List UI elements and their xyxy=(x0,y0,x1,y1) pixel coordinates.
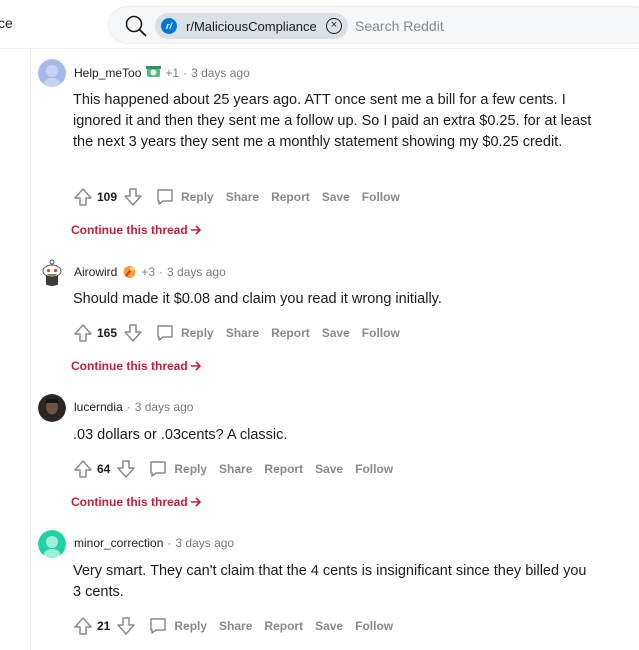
comment-actions: 64 Reply Share Report Save Follow xyxy=(71,457,393,481)
reply-label: Reply xyxy=(174,619,208,633)
comment-time[interactable]: 3 days ago xyxy=(135,400,194,414)
close-icon[interactable]: × xyxy=(326,18,342,34)
comment-time[interactable]: 3 days ago xyxy=(167,265,226,279)
comment-time[interactable]: 3 days ago xyxy=(175,536,234,550)
arrow-right-icon xyxy=(190,497,201,507)
share-button[interactable]: Share xyxy=(219,462,252,476)
vote-score: 165 xyxy=(97,326,118,340)
continue-thread-link[interactable]: Continue this thread xyxy=(71,223,202,237)
award-icon xyxy=(123,266,136,278)
share-button[interactable]: Share xyxy=(219,619,252,633)
reply-label: Reply xyxy=(181,190,214,204)
report-button[interactable]: Report xyxy=(264,462,303,476)
subreddit-badge-icon: r/ xyxy=(161,18,177,34)
vote-score: 64 xyxy=(97,462,111,476)
upvote-icon xyxy=(74,188,92,206)
top-header: ce r/ r/MaliciousCompliance × Search Red… xyxy=(0,0,639,49)
follow-button[interactable]: Follow xyxy=(362,326,400,340)
thread-line[interactable] xyxy=(30,49,31,650)
chat-bubble-icon xyxy=(150,618,167,634)
reply-button[interactable]: Reply xyxy=(155,323,214,343)
continue-thread-label: Continue this thread xyxy=(71,223,188,237)
vote-score: 109 xyxy=(97,190,118,204)
award-icon xyxy=(146,66,162,77)
save-button[interactable]: Save xyxy=(315,619,343,633)
reply-label: Reply xyxy=(174,462,208,476)
meta-separator: · xyxy=(126,400,131,414)
reply-label: Reply xyxy=(181,326,214,340)
upvote-button[interactable] xyxy=(71,321,95,345)
share-button[interactable]: Share xyxy=(226,326,259,340)
chat-bubble-icon xyxy=(157,325,173,341)
downvote-icon xyxy=(124,324,142,342)
comment-author[interactable]: Help_meToo xyxy=(74,66,141,80)
downvote-icon xyxy=(117,617,136,635)
avatar[interactable] xyxy=(38,394,66,422)
upvote-icon xyxy=(74,324,92,342)
report-button[interactable]: Report xyxy=(264,619,303,633)
report-button[interactable]: Report xyxy=(271,326,310,340)
reply-button[interactable]: Reply xyxy=(155,187,214,207)
comment-actions: 21 Reply Share Report Save Follow xyxy=(71,614,393,638)
continue-thread-label: Continue this thread xyxy=(71,495,188,509)
save-button[interactable]: Save xyxy=(315,462,343,476)
search-input[interactable]: Search Reddit xyxy=(355,18,444,34)
downvote-icon xyxy=(124,188,142,206)
search-icon xyxy=(125,15,147,37)
subreddit-search-chip[interactable]: r/ r/MaliciousCompliance × xyxy=(155,13,348,39)
meta-separator: · xyxy=(183,65,188,80)
comment-actions: 165 Reply Share Report Save Follow xyxy=(71,321,400,345)
comment-body: Should made it $0.08 and claim you read … xyxy=(73,291,442,307)
avatar-icon xyxy=(38,530,66,558)
avatar[interactable] xyxy=(38,530,66,558)
downvote-button[interactable] xyxy=(114,457,138,481)
chat-bubble-icon xyxy=(150,461,167,477)
comment-time[interactable]: 3 days ago xyxy=(191,66,250,80)
upvote-button[interactable] xyxy=(71,457,95,481)
chat-bubble-icon xyxy=(157,189,173,205)
share-button[interactable]: Share xyxy=(226,190,259,204)
downvote-button[interactable] xyxy=(121,321,145,345)
comment-body: .03 dollars or .03cents? A classic. xyxy=(73,427,288,443)
avatar[interactable] xyxy=(38,258,66,286)
downvote-icon xyxy=(117,460,136,478)
save-button[interactable]: Save xyxy=(322,190,350,204)
search-bar[interactable]: r/ r/MaliciousCompliance × Search Reddit xyxy=(108,6,639,44)
comment-author[interactable]: Airowird xyxy=(74,265,117,279)
header-partial-text: ce xyxy=(0,15,13,31)
award-count: +1 xyxy=(165,65,180,80)
save-button[interactable]: Save xyxy=(322,326,350,340)
report-button[interactable]: Report xyxy=(271,190,310,204)
upvote-button[interactable] xyxy=(71,614,95,638)
follow-button[interactable]: Follow xyxy=(355,619,393,633)
meta-separator: · xyxy=(167,536,172,550)
snoo-avatar-icon xyxy=(42,259,62,286)
follow-button[interactable]: Follow xyxy=(355,462,393,476)
comment-body: This happened about 25 years ago. ATT on… xyxy=(73,92,592,150)
award-count: +3 xyxy=(141,264,156,279)
avatar[interactable] xyxy=(38,59,66,87)
reply-button[interactable]: Reply xyxy=(148,459,207,479)
continue-thread-link[interactable]: Continue this thread xyxy=(71,495,202,509)
upvote-icon xyxy=(74,617,92,635)
comment-author[interactable]: lucerndia xyxy=(74,400,123,414)
arrow-right-icon xyxy=(190,225,201,235)
continue-thread-link[interactable]: Continue this thread xyxy=(71,359,202,373)
continue-thread-label: Continue this thread xyxy=(71,359,188,373)
vote-score: 21 xyxy=(97,619,111,633)
follow-button[interactable]: Follow xyxy=(362,190,400,204)
downvote-button[interactable] xyxy=(121,185,145,209)
comment-author[interactable]: minor_correction xyxy=(74,536,163,550)
upvote-icon xyxy=(74,460,92,478)
user-photo-icon xyxy=(38,394,66,422)
subreddit-chip-label: r/MaliciousCompliance xyxy=(186,18,317,34)
downvote-button[interactable] xyxy=(114,614,138,638)
arrow-right-icon xyxy=(190,361,201,371)
meta-separator: · xyxy=(159,264,164,279)
upvote-button[interactable] xyxy=(71,185,95,209)
avatar-icon xyxy=(38,59,66,87)
reply-button[interactable]: Reply xyxy=(148,616,207,636)
comment-body: Very smart. They can't claim that the 4 … xyxy=(73,563,587,600)
comment-actions: 109 Reply Share Report Save Follow xyxy=(71,185,400,209)
